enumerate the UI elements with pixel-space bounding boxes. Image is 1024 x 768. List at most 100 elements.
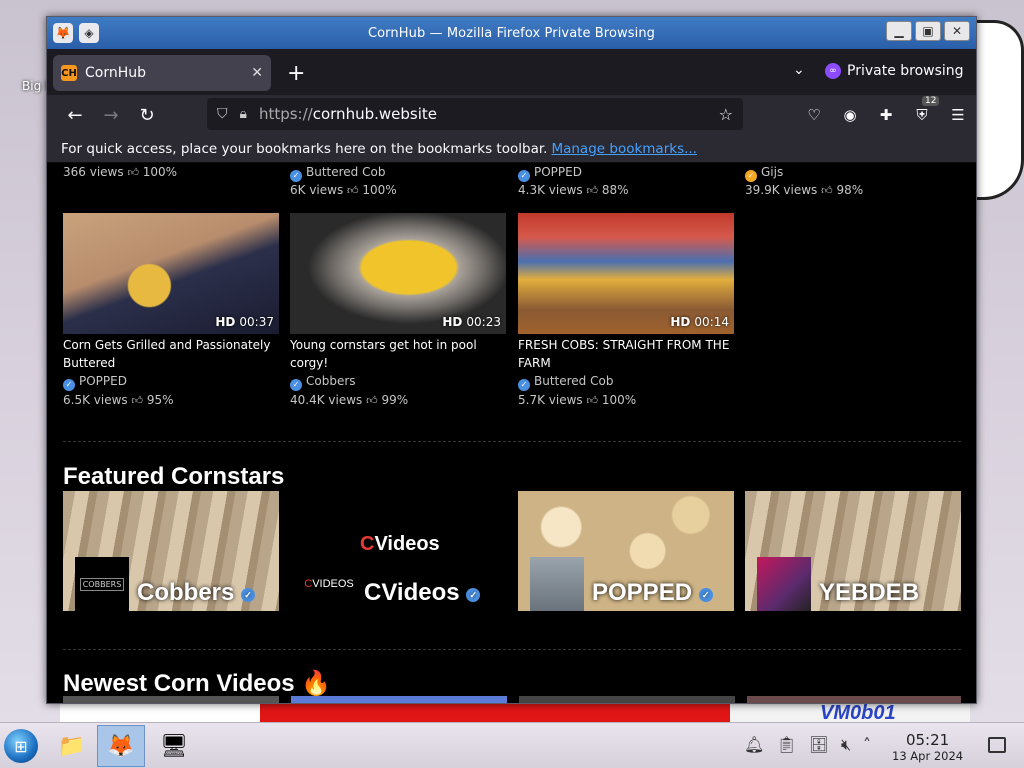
video-card[interactable]: HD 00:14 FRESH COBS: STRAIGHT FROM THE FA… — [518, 213, 734, 410]
url-bar[interactable]: ⛉ 🔒︎ https:// cornhub.website ☆ — [207, 98, 743, 130]
bookmarks-hint: For quick access, place your bookmarks h… — [61, 140, 548, 157]
video-channel[interactable]: ✓ Cobbers — [290, 372, 506, 391]
list-item[interactable]: ✓ Buttered Cob 6K views 👍︎ 100% — [290, 163, 506, 199]
shield-icon[interactable]: ⛉ — [217, 106, 228, 122]
thumbs-up-icon: 👍︎ — [586, 394, 598, 407]
system-settings-icon[interactable]: 🖥 — [150, 725, 198, 767]
wallpaper-watermark: VM0b01 — [820, 702, 896, 722]
video-channel[interactable]: ✓ POPPED — [63, 372, 279, 391]
video-meta: 39.9K views 👍︎ 98% — [745, 181, 961, 199]
verified-icon: ✓ — [698, 588, 713, 602]
thumbs-up-icon: 👍︎ — [131, 394, 143, 407]
verified-icon: ✓ — [466, 588, 481, 602]
featured-section-title: Featured Cornstars — [63, 463, 285, 490]
file-manager-icon[interactable]: 📁 — [48, 725, 96, 767]
list-item[interactable]: 366 views 👍︎ 100% — [63, 163, 279, 181]
video-title[interactable]: FRESH COBS: STRAIGHT FROM THE FARM — [518, 336, 734, 372]
ublock-icon[interactable]: ⛨ 12 — [904, 96, 940, 124]
thumbs-up-icon: 👍︎ — [347, 184, 359, 197]
video-meta: 4.3K views 👍︎ 88% — [518, 181, 734, 199]
nav-bar: ← → ↻ ⛉ 🔒︎ https:// cornhub.website ☆ ♡ … — [47, 95, 976, 135]
extensions-icon[interactable]: ✚ — [868, 106, 904, 124]
video-duration: HD 00:37 — [215, 315, 274, 329]
firefox-taskbar-icon[interactable]: 🦊 — [97, 725, 145, 767]
private-label: Private browsing — [847, 63, 964, 79]
avatar: COBBERS — [75, 557, 129, 611]
wallpaper-shape — [970, 20, 1024, 200]
window-titlebar[interactable]: 🦊 ◈ CornHub — Mozilla Firefox Private Br… — [47, 17, 976, 49]
video-meta: 5.7K views 👍︎ 100% — [518, 391, 734, 410]
storage-icon[interactable]: 🗄︎ — [809, 735, 829, 755]
video-duration: HD 00:14 — [670, 315, 729, 329]
cornstar-name[interactable]: POPPED ✓ — [592, 579, 717, 607]
video-thumbnail[interactable]: HD 00:23 — [290, 213, 506, 334]
notification-icon[interactable]: 🔔︎ — [744, 735, 764, 755]
clock[interactable]: 05:21 13 Apr 2024 — [892, 731, 963, 763]
section-divider — [63, 441, 961, 442]
page-content: 366 views 👍︎ 100% ✓ Buttered Cob 6K views… — [47, 163, 976, 703]
video-meta: 40.4K views 👍︎ 99% — [290, 391, 506, 410]
firefox-window: 🦊 ◈ CornHub — Mozilla Firefox Private Br… — [46, 16, 977, 704]
clock-date: 13 Apr 2024 — [892, 749, 964, 763]
video-channel[interactable]: ✓ Gijs — [745, 163, 961, 182]
clipboard-icon[interactable]: 📋︎ — [776, 735, 796, 755]
video-title[interactable]: Young cornstars get hot in pool corgy! — [290, 336, 506, 372]
cornstar-name[interactable]: CVideos ✓ — [364, 579, 484, 607]
cornstar-name[interactable]: YEBDEB — [819, 579, 919, 607]
cornstar-card[interactable]: CVideos CVIDEOS CVideos ✓ — [290, 491, 506, 611]
maximize-button[interactable]: ▣ — [915, 21, 941, 41]
video-card[interactable]: HD 00:23 Young cornstars get hot in pool … — [290, 213, 506, 410]
newest-video-thumbnails[interactable] — [63, 696, 961, 703]
pocket-icon[interactable]: ♡ — [796, 106, 832, 124]
forward-button[interactable]: → — [99, 103, 123, 127]
pin-icon[interactable]: ◈ — [79, 23, 99, 43]
url-scheme: https:// — [258, 105, 313, 123]
menu-icon[interactable]: ☰ — [940, 106, 976, 124]
tab-title: CornHub — [85, 65, 147, 81]
url-host: cornhub.website — [312, 105, 437, 123]
firefox-icon[interactable]: 🦊 — [53, 23, 73, 43]
close-window-button[interactable]: ✕ — [944, 21, 970, 41]
close-tab-icon[interactable]: ✕ — [251, 65, 263, 81]
start-button[interactable]: ⊞ — [4, 729, 38, 763]
manage-bookmarks-link[interactable]: Manage bookmarks... — [551, 141, 697, 157]
cornhub-favicon-icon: CH — [61, 65, 77, 81]
volume-muted-icon[interactable]: 🔇︎ — [841, 735, 851, 755]
verified-icon: ✓ — [290, 379, 302, 391]
video-duration: HD 00:23 — [442, 315, 501, 329]
video-card[interactable]: HD 00:37 Corn Gets Grilled and Passionate… — [63, 213, 279, 410]
show-desktop-icon[interactable] — [988, 737, 1006, 753]
account-icon[interactable]: ◉ — [832, 106, 868, 124]
extension-badge: 12 — [922, 96, 940, 106]
lock-icon[interactable]: 🔒︎ — [240, 106, 247, 122]
thumbs-up-icon: 👍︎ — [366, 394, 378, 407]
cornstar-card[interactable]: YEBDEB — [745, 491, 961, 611]
new-tab-button[interactable]: + — [287, 61, 305, 86]
thumbs-up-icon: 👍︎ — [586, 184, 598, 197]
thumbs-up-icon: 👍︎ — [127, 166, 139, 179]
thumbs-up-icon: 👍︎ — [821, 184, 833, 197]
video-channel[interactable]: ✓ Buttered Cob — [518, 372, 734, 391]
newest-section-title: Newest Corn Videos 🔥 — [63, 670, 332, 697]
cornstar-name[interactable]: Cobbers ✓ — [137, 579, 259, 607]
cornstar-card[interactable]: POPPED ✓ — [518, 491, 734, 611]
avatar — [530, 557, 584, 611]
list-item[interactable]: ✓ Gijs 39.9K views 👍︎ 98% — [745, 163, 961, 199]
reload-button[interactable]: ↻ — [135, 103, 159, 127]
cvideos-logo: CVideos — [360, 533, 440, 555]
list-item[interactable]: ✓ POPPED 4.3K views 👍︎ 88% — [518, 163, 734, 199]
minimize-button[interactable]: ▁ — [886, 21, 912, 41]
video-channel[interactable]: ✓ Buttered Cob — [290, 163, 506, 182]
video-title[interactable]: Corn Gets Grilled and Passionately Butte… — [63, 336, 279, 372]
tab-cornhub[interactable]: CH CornHub ✕ — [53, 55, 271, 91]
video-channel[interactable]: ✓ POPPED — [518, 163, 734, 182]
video-thumbnail[interactable]: HD 00:14 — [518, 213, 734, 334]
chevron-down-icon[interactable]: ⌄ — [793, 62, 805, 78]
video-thumbnail[interactable]: HD 00:37 — [63, 213, 279, 334]
tab-bar: CH CornHub ✕ + ⌄ ∞ Private browsing — [47, 49, 976, 95]
back-button[interactable]: ← — [63, 103, 87, 127]
private-browsing-indicator: ∞ Private browsing — [825, 63, 964, 79]
chevron-up-icon[interactable]: ˄ — [863, 735, 871, 755]
cornstar-card[interactable]: COBBERS Cobbers ✓ — [63, 491, 279, 611]
bookmark-star-icon[interactable]: ☆ — [719, 105, 733, 124]
